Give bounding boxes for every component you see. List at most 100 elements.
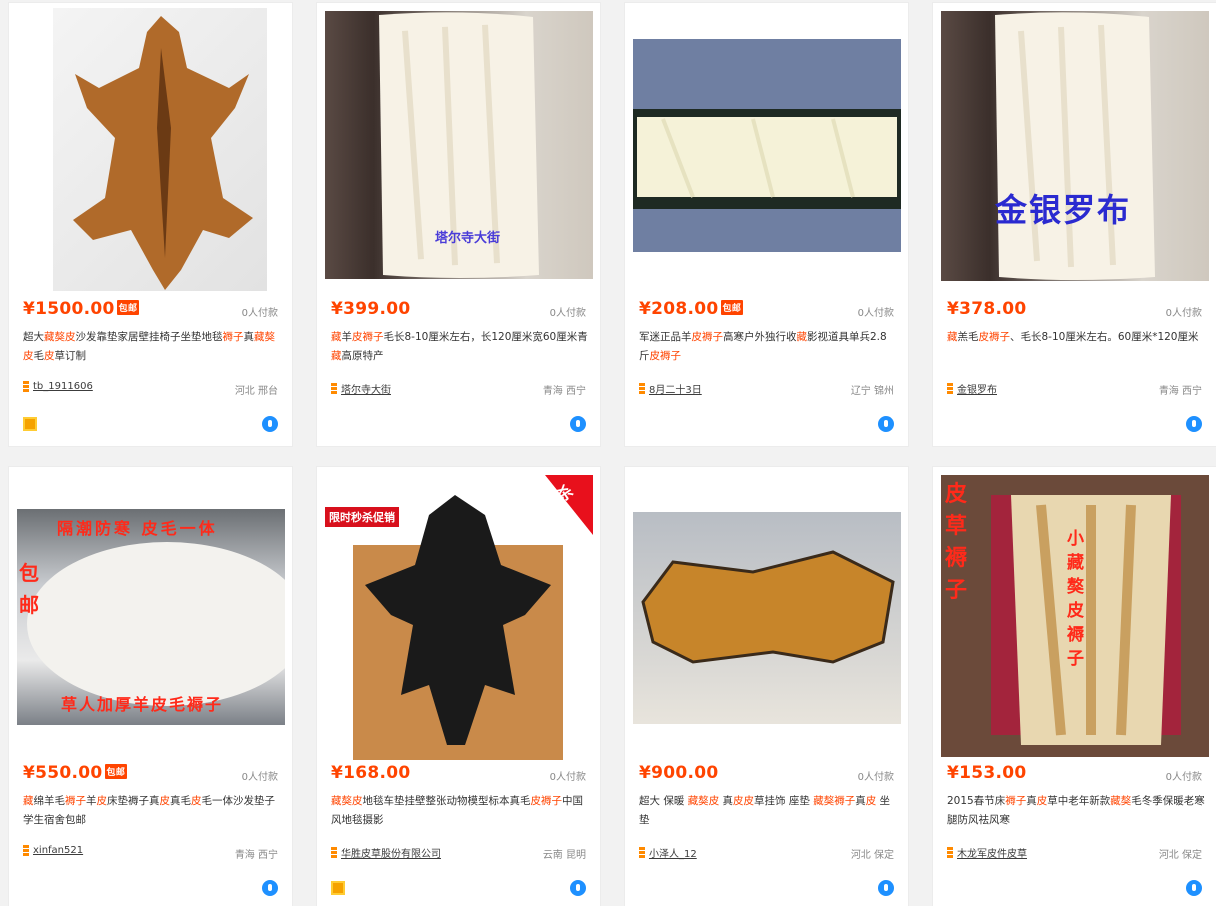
shop-name-link[interactable]: tb_1911606 <box>33 381 93 392</box>
title-keyword-highlight: 皮褥子 <box>649 350 682 362</box>
shop-location: 辽宁 锦州 <box>850 386 894 397</box>
price-value: ¥900.00 <box>639 763 719 783</box>
product-title-link[interactable]: 藏羊皮褥子毛长8-10厘米左右，长120厘米宽60厘米青藏高原特产 <box>331 328 589 366</box>
title-keyword-highlight: 藏 <box>796 331 808 343</box>
shop-info: 华胜皮草股份有限公司 <box>331 845 441 860</box>
shop-icon <box>639 383 645 394</box>
title-keyword-highlight: 皮 <box>23 350 34 362</box>
shop-name-link[interactable]: 8月二十3日 <box>649 381 702 396</box>
wangwang-chat-icon[interactable] <box>878 880 894 896</box>
free-shipping-badge: 包邮 <box>720 300 744 315</box>
sales-count: 0人付款 <box>857 308 894 319</box>
product-title-link[interactable]: 藏獒皮地毯车垫挂壁整张动物模型标本真毛皮褥子中国风地毯摄影 <box>331 792 589 830</box>
shop-name-link[interactable]: 塔尔寺大街 <box>341 381 391 396</box>
title-text: 、毛长8-10厘米左右。60厘米*120厘米 <box>1010 331 1199 343</box>
product-card[interactable]: 限时秒杀促销 秒杀 ¥168.00 0人付款 藏獒皮地毯车垫挂壁整张动物模型标本真毛皮褥… <box>316 466 601 906</box>
title-text: 毛 <box>33 350 45 362</box>
shop-name-link[interactable]: 木龙军皮件皮草 <box>957 845 1027 860</box>
product-card[interactable]: ¥1500.00 包邮 0人付款 超大藏獒皮沙发靠垫家居壁挂椅子坐垫地毯褥子真藏獒皮毛… <box>8 2 293 447</box>
product-title-link[interactable]: 藏羔毛皮褥子、毛长8-10厘米左右。60厘米*120厘米 <box>947 328 1205 347</box>
product-card[interactable]: 皮草褥子 小藏獒皮褥子 ¥153.00 0人付款 2015春节床褥子真皮草中老年新款藏獒… <box>932 466 1216 906</box>
product-image[interactable]: 限时秒杀促销 秒杀 <box>325 475 593 760</box>
product-image[interactable] <box>633 39 901 252</box>
product-title-link[interactable]: 超大 保暖 藏獒皮 真皮皮草挂饰 座垫 藏獒褥子真皮 坐垫 <box>639 792 897 830</box>
shop-icon <box>23 381 29 392</box>
product-price: ¥550.00 包邮 <box>23 763 128 783</box>
title-text: 真 <box>1026 795 1037 807</box>
shop-icon <box>331 383 337 394</box>
title-keyword-highlight: 皮 <box>743 795 755 807</box>
title-text: 地毯车垫挂壁整张动物模型标本真毛 <box>362 795 531 807</box>
shop-location: 云南 昆明 <box>542 850 586 861</box>
shop-name-link[interactable]: 华胜皮草股份有限公司 <box>341 845 441 860</box>
shop-icon <box>331 847 337 858</box>
title-keyword-highlight: 皮褥子 <box>530 795 563 807</box>
title-keyword-highlight: 皮 <box>96 795 108 807</box>
free-shipping-badge: 包邮 <box>116 300 140 315</box>
product-card[interactable]: 塔尔寺大街 ¥399.00 0人付款 藏羊皮褥子毛长8-10厘米左右，长120厘米宽6… <box>316 2 601 447</box>
title-keyword-highlight: 皮褥子 <box>978 331 1011 343</box>
shop-info: 木龙军皮件皮草 <box>947 845 1027 860</box>
shop-name-link[interactable]: 金银罗布 <box>957 381 997 396</box>
title-text: 羊 <box>341 331 353 343</box>
image-overlay-text: 包邮 <box>19 561 39 617</box>
title-text: 军迷正品羊 <box>639 331 692 343</box>
image-overlay-text: 塔尔寺大街 <box>435 231 501 246</box>
product-image[interactable] <box>633 512 901 724</box>
wangwang-chat-icon[interactable] <box>262 416 278 432</box>
shop-name-link[interactable]: xinfan521 <box>33 845 83 856</box>
sales-count: 0人付款 <box>241 772 278 783</box>
shop-location: 青海 西宁 <box>542 386 586 397</box>
sales-count: 0人付款 <box>549 772 586 783</box>
product-card[interactable]: 金银罗布 ¥378.00 0人付款 藏羔毛皮褥子、毛长8-10厘米左右。60厘米*12… <box>932 2 1216 447</box>
product-image[interactable]: 皮草褥子 小藏獒皮褥子 <box>941 475 1209 757</box>
product-title-link[interactable]: 2015春节床褥子真皮草中老年新款藏獒毛冬季保暖老寒腿防风祛风寒 <box>947 792 1205 830</box>
product-title-link[interactable]: 军迷正品羊皮褥子高寒户外独行收藏影视道具单兵2.8斤皮褥子 <box>639 328 897 366</box>
title-keyword-highlight: 藏 <box>947 331 958 343</box>
shop-info: 小泽人_12 <box>639 845 697 860</box>
price-value: ¥208.00 <box>639 299 719 319</box>
sales-count: 0人付款 <box>857 772 894 783</box>
product-card[interactable]: ¥208.00 包邮 0人付款 军迷正品羊皮褥子高寒户外独行收藏影视道具单兵2.8斤皮… <box>624 2 909 447</box>
price-value: ¥153.00 <box>947 763 1027 783</box>
wangwang-chat-icon[interactable] <box>878 416 894 432</box>
gold-seller-icon <box>23 417 37 431</box>
wangwang-chat-icon[interactable] <box>262 880 278 896</box>
title-text: 羔毛 <box>957 331 979 343</box>
title-text: 真 <box>243 331 255 343</box>
product-price: ¥208.00 包邮 <box>639 299 744 319</box>
product-image[interactable]: 金银罗布 <box>941 11 1209 281</box>
title-text: 真毛 <box>170 795 191 807</box>
product-price: ¥153.00 <box>947 763 1027 783</box>
shop-icon <box>639 847 645 858</box>
shop-location: 青海 西宁 <box>1158 386 1202 397</box>
title-keyword-highlight: 藏獒 <box>44 331 65 343</box>
wangwang-chat-icon[interactable] <box>570 416 586 432</box>
title-keyword-highlight: 皮 <box>352 795 363 807</box>
image-overlay-text: 草人加厚羊皮毛褥子 <box>61 695 224 714</box>
product-price: ¥900.00 <box>639 763 719 783</box>
shop-icon <box>947 383 953 394</box>
product-card[interactable]: 隔潮防寒 皮毛一体 包邮 草人加厚羊皮毛褥子 ¥550.00 包邮 0人付款 藏绵羊毛褥子羊… <box>8 466 293 906</box>
product-image[interactable]: 隔潮防寒 皮毛一体 包邮 草人加厚羊皮毛褥子 <box>17 509 285 725</box>
sales-count: 0人付款 <box>1165 308 1202 319</box>
product-card[interactable]: ¥900.00 0人付款 超大 保暖 藏獒皮 真皮皮草挂饰 座垫 藏獒褥子真皮 坐垫… <box>624 466 909 906</box>
title-keyword-highlight: 褥子 <box>1005 795 1027 807</box>
wangwang-chat-icon[interactable] <box>1186 416 1202 432</box>
shop-name-link[interactable]: 小泽人_12 <box>649 845 697 860</box>
title-text: 床垫褥子真 <box>107 795 160 807</box>
title-keyword-highlight: 藏獒 <box>813 795 835 807</box>
title-keyword-highlight: 藏 <box>23 795 34 807</box>
title-keyword-highlight: 皮 <box>191 795 202 807</box>
promo-label: 限时秒杀促销 <box>325 507 399 527</box>
product-image[interactable]: 塔尔寺大街 <box>325 11 593 279</box>
title-keyword-highlight: 藏 <box>331 350 342 362</box>
title-text: 高原特产 <box>341 350 384 362</box>
product-title-link[interactable]: 藏绵羊毛褥子羊皮床垫褥子真皮真毛皮毛一体沙发垫子学生宿舍包邮 <box>23 792 281 830</box>
product-title-link[interactable]: 超大藏獒皮沙发靠垫家居壁挂椅子坐垫地毯褥子真藏獒皮毛皮草订制 <box>23 328 281 366</box>
product-image[interactable] <box>53 8 267 291</box>
title-text: 超大 保暖 <box>639 795 688 807</box>
title-keyword-highlight: 藏獒 <box>331 795 352 807</box>
wangwang-chat-icon[interactable] <box>1186 880 1202 896</box>
wangwang-chat-icon[interactable] <box>570 880 586 896</box>
